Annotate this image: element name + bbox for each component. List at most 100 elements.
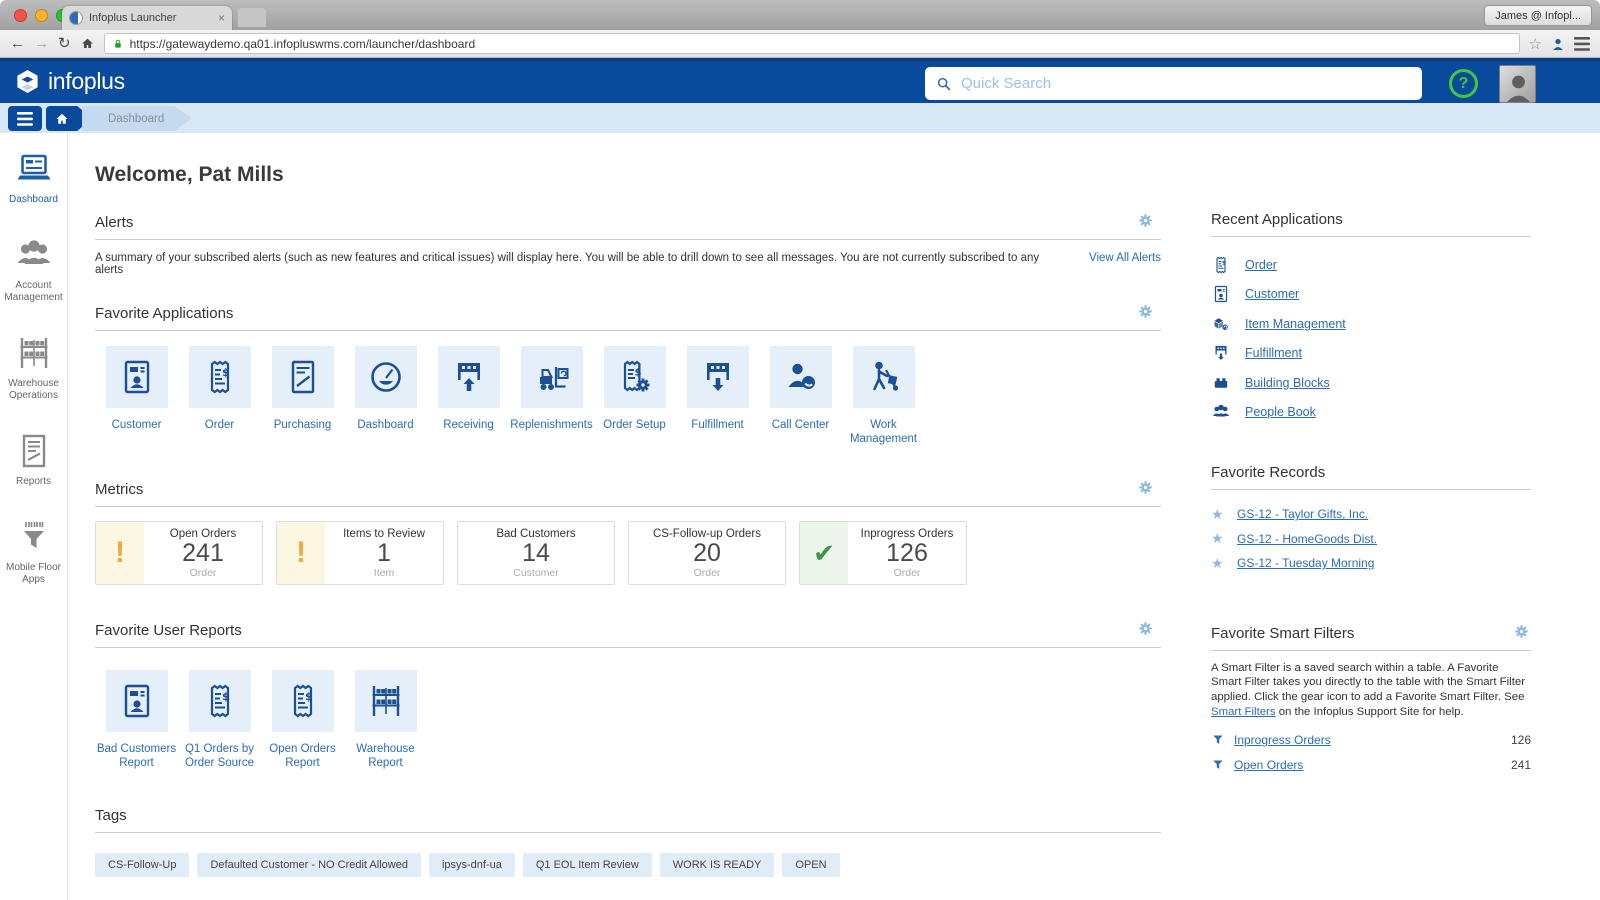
favorite-record[interactable]: ★ GS-12 - Tuesday Morning (1211, 551, 1531, 576)
report-tile-warehouse[interactable]: Warehouse Report (344, 670, 427, 770)
window-minimize-button[interactable] (35, 9, 48, 22)
recent-app-order[interactable]: Order (1211, 250, 1531, 280)
breadcrumb-current: Dashboard (108, 113, 164, 125)
recent-app-link[interactable]: Fulfillment (1245, 346, 1302, 360)
tag-pill[interactable]: CS-Follow-Up (95, 853, 189, 877)
customer-card-icon (117, 681, 157, 721)
app-tile-order-setup[interactable]: Order Setup (593, 346, 676, 446)
sidebar-item-warehouse-operations[interactable]: Warehouse Operations (2, 333, 66, 402)
infoplus-logo[interactable]: infoplus (14, 68, 125, 95)
app-tile-work-management[interactable]: Work Management (842, 346, 925, 446)
smart-filter-link[interactable]: Inprogress Orders (1234, 733, 1511, 747)
sidebar-item-account-management[interactable]: Account Management (2, 235, 66, 304)
favorite-applications-gear-icon[interactable] (1136, 302, 1155, 321)
smart-filter-link[interactable]: Open Orders (1234, 758, 1511, 772)
view-all-alerts-link[interactable]: View All Alerts (1089, 252, 1161, 264)
apps-menu-button[interactable] (8, 106, 42, 131)
app-tile-receiving[interactable]: Receiving (427, 346, 510, 446)
address-bar[interactable]: https://gatewaydemo.qa01.infopluswms.com… (104, 33, 1520, 54)
tab-close-icon[interactable]: × (218, 12, 225, 24)
favorite-record-link[interactable]: GS-12 - Taylor Gifts, Inc. (1237, 507, 1368, 521)
browser-extension-icon[interactable] (1551, 37, 1565, 51)
sidebar-item-reports[interactable]: Reports (2, 431, 66, 488)
metric-card-inprogress-orders[interactable]: ✔ Inprogress Orders 126 Order (799, 521, 967, 585)
tag-pill[interactable]: WORK IS READY (660, 853, 775, 877)
app-tile-label: Order Setup (603, 419, 666, 433)
metric-card-bad-customers[interactable]: Bad Customers 14 Customer (457, 521, 615, 585)
favorite-smart-filters-gear-icon[interactable] (1512, 622, 1531, 641)
recent-app-link[interactable]: Building Blocks (1245, 376, 1330, 390)
recent-app-link[interactable]: Order (1245, 258, 1277, 272)
metric-card-cs-follow-up-orders[interactable]: CS-Follow-up Orders 20 Order (628, 521, 786, 585)
tag-pill[interactable]: OPEN (782, 853, 839, 877)
smart-filter-count: 241 (1511, 758, 1531, 772)
report-tile-label: Bad Customers Report (95, 743, 178, 770)
sidebar-item-mobile-floor-apps[interactable]: Mobile Floor Apps (2, 517, 66, 586)
user-avatar[interactable] (1499, 65, 1536, 103)
work-management-icon (864, 357, 904, 397)
recent-app-link[interactable]: Item Management (1245, 317, 1346, 331)
new-tab-button[interactable] (238, 8, 266, 27)
https-lock-icon[interactable] (112, 38, 124, 50)
bookmark-star-icon[interactable]: ☆ (1529, 35, 1542, 53)
order-receipt-icon (1211, 255, 1231, 275)
smart-filter-inprogress-orders[interactable]: Inprogress Orders 126 (1211, 728, 1531, 753)
recent-applications-title: Recent Applications (1211, 211, 1343, 228)
app-tile-order[interactable]: Order (178, 346, 261, 446)
browser-profile-button[interactable]: James @ Infopl... (1484, 5, 1592, 26)
window-controls (14, 9, 69, 22)
recent-app-fulfillment[interactable]: Fulfillment (1211, 339, 1531, 369)
favorite-record[interactable]: ★ GS-12 - HomeGoods Dist. (1211, 527, 1531, 552)
favorite-user-reports-gear-icon[interactable] (1136, 619, 1155, 638)
browser-tab-strip: Infoplus Launcher × James @ Infopl... (0, 0, 1600, 30)
app-tile-call-center[interactable]: Call Center (759, 346, 842, 446)
sidebar-item-dashboard[interactable]: Dashboard (2, 149, 66, 206)
help-button[interactable]: ? (1449, 69, 1478, 98)
funnel-icon (1211, 758, 1225, 772)
favorite-record-link[interactable]: GS-12 - Tuesday Morning (1237, 556, 1374, 570)
metrics-gear-icon[interactable] (1136, 478, 1155, 497)
recent-app-customer[interactable]: Customer (1211, 280, 1531, 310)
smart-filter-open-orders[interactable]: Open Orders 241 (1211, 753, 1531, 778)
back-icon[interactable]: ← (10, 36, 25, 51)
metric-card-items-to-review[interactable]: ! Items to Review 1 Item (276, 521, 444, 585)
app-tile-customer[interactable]: Customer (95, 346, 178, 446)
smart-filters-list: Inprogress Orders 126 Open Orders 241 (1211, 728, 1531, 778)
browser-menu-icon[interactable] (1574, 37, 1590, 51)
forward-icon[interactable]: → (34, 36, 49, 51)
reload-icon[interactable]: ↻ (58, 36, 71, 51)
browser-tab[interactable]: Infoplus Launcher × (62, 6, 232, 30)
tab-favicon-icon (69, 11, 83, 25)
recent-app-people-book[interactable]: People Book (1211, 398, 1531, 428)
favorite-record[interactable]: ★ GS-12 - Taylor Gifts, Inc. (1211, 502, 1531, 527)
tag-pill[interactable]: ipsys-dnf-ua (429, 853, 515, 877)
quick-search[interactable] (925, 67, 1422, 100)
recent-app-building-blocks[interactable]: Building Blocks (1211, 368, 1531, 398)
favorite-smart-filters-header: Favorite Smart Filters (1211, 625, 1531, 651)
app-tile-dashboard[interactable]: Dashboard (344, 346, 427, 446)
app-tile-fulfillment[interactable]: Fulfillment (676, 346, 759, 446)
tag-pill[interactable]: Defaulted Customer - NO Credit Allowed (197, 853, 420, 877)
tag-pill[interactable]: Q1 EOL Item Review (523, 853, 652, 877)
recent-app-item-management[interactable]: Item Management (1211, 309, 1531, 339)
app-tile-replenishments[interactable]: Replenishments (510, 346, 593, 446)
report-tile-open-orders[interactable]: Open Orders Report (261, 670, 344, 770)
alerts-gear-icon[interactable] (1136, 211, 1155, 230)
app-tile-purchasing[interactable]: Purchasing (261, 346, 344, 446)
sidebar-item-label: Account Management (2, 280, 66, 304)
browser-home-icon[interactable] (80, 36, 95, 51)
recent-app-link[interactable]: People Book (1245, 405, 1316, 419)
app-tile-label: Purchasing (274, 419, 332, 433)
report-tile-bad-customers[interactable]: Bad Customers Report (95, 670, 178, 770)
recent-app-link[interactable]: Customer (1245, 287, 1299, 301)
metric-card-open-orders[interactable]: ! Open Orders 241 Order (95, 521, 263, 585)
favorite-record-link[interactable]: GS-12 - HomeGoods Dist. (1237, 532, 1377, 546)
avatar-person-icon (1500, 71, 1536, 103)
window-close-button[interactable] (14, 9, 27, 22)
breadcrumb[interactable]: Dashboard (82, 106, 192, 131)
quick-search-input[interactable] (961, 75, 1412, 92)
smart-filters-help-link[interactable]: Smart Filters (1211, 706, 1276, 718)
report-tile-q1-orders[interactable]: Q1 Orders by Order Source (178, 670, 261, 770)
sidebar-item-label: Mobile Floor Apps (2, 562, 66, 586)
recent-applications-header: Recent Applications (1211, 211, 1531, 237)
